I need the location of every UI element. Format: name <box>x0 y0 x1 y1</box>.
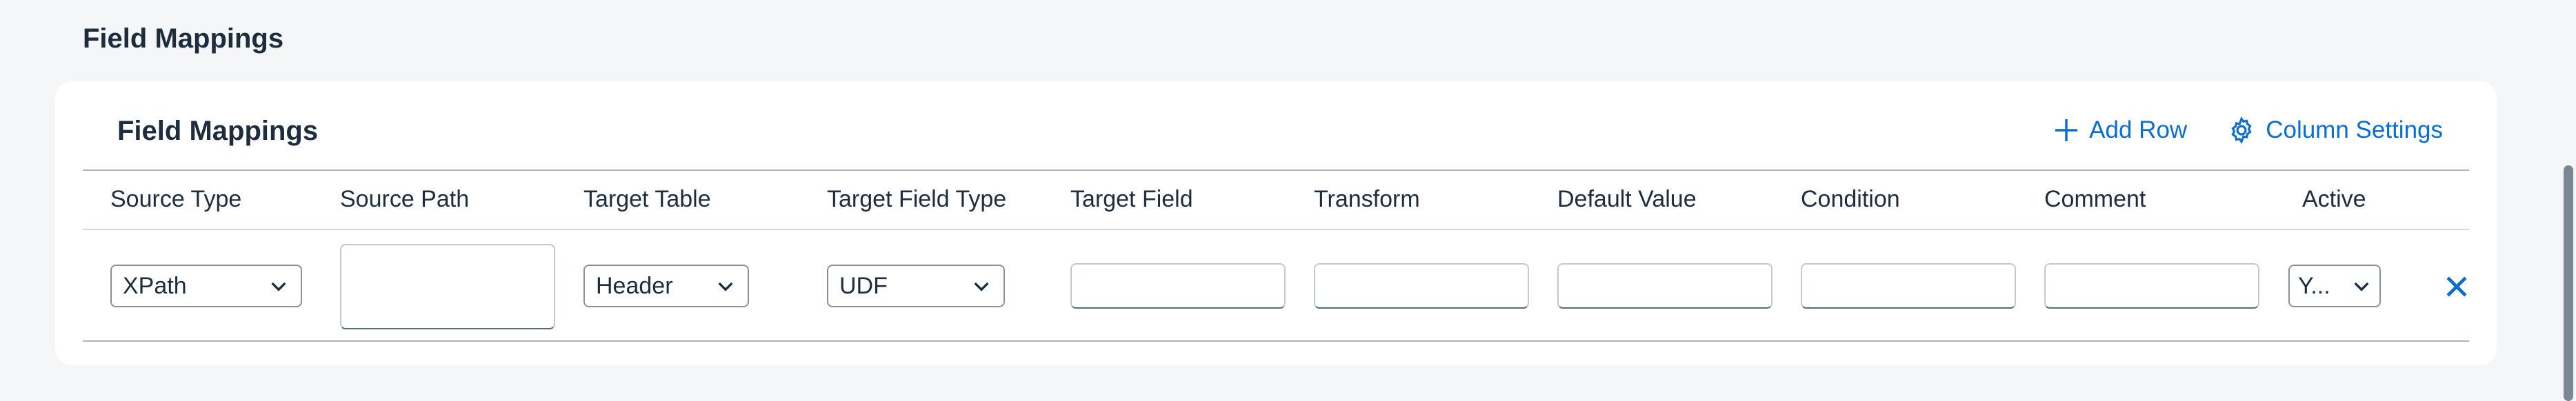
active-select[interactable]: Y... <box>2288 265 2381 307</box>
source-type-select[interactable]: XPath <box>110 265 302 307</box>
plus-icon <box>2055 119 2078 141</box>
default-value-input[interactable] <box>1557 263 1773 309</box>
table-row: XPath Header UDF Y... <box>83 230 2469 342</box>
add-row-button[interactable]: Add Row <box>2053 116 2187 145</box>
target-table-value: Header <box>596 272 673 299</box>
active-value: Y... <box>2298 272 2330 299</box>
table-header-row: Source Type Source Path Target Table Tar… <box>83 169 2469 230</box>
target-field-type-value: UDF <box>839 272 888 299</box>
delete-row-icon[interactable] <box>2442 271 2472 302</box>
comment-input[interactable] <box>2044 263 2259 309</box>
add-row-label: Add Row <box>2089 116 2188 143</box>
target-field-type-select[interactable]: UDF <box>827 265 1005 307</box>
column-header-active: Active <box>2302 186 2366 212</box>
transform-input[interactable] <box>1314 263 1529 309</box>
source-type-value: XPath <box>123 272 187 299</box>
column-header-target-field-type: Target Field Type <box>827 186 1007 212</box>
column-header-source-path: Source Path <box>340 186 470 212</box>
column-header-default-value: Default Value <box>1557 186 1697 212</box>
column-header-comment: Comment <box>2044 186 2146 212</box>
table-toolbar: Add Row Column Settings <box>2053 116 2443 145</box>
target-table-select[interactable]: Header <box>583 265 749 307</box>
column-header-target-table: Target Table <box>583 186 711 212</box>
source-path-input[interactable] <box>340 244 555 329</box>
column-settings-label: Column Settings <box>2266 116 2443 143</box>
column-header-target-field: Target Field <box>1070 186 1193 212</box>
field-mappings-card: Field Mappings Add Row Column Settings S… <box>55 81 2497 365</box>
chevron-down-icon <box>718 282 733 291</box>
target-field-input[interactable] <box>1070 263 1286 309</box>
scrollbar-thumb[interactable] <box>2564 165 2573 401</box>
field-mappings-table: Source Type Source Path Target Table Tar… <box>83 169 2469 342</box>
chevron-down-icon <box>271 282 286 291</box>
column-header-transform: Transform <box>1314 186 1420 212</box>
chevron-down-icon <box>974 282 989 291</box>
card-title: Field Mappings <box>117 116 319 146</box>
column-settings-button[interactable]: Column Settings <box>2227 116 2443 145</box>
vertical-scrollbar[interactable] <box>2561 0 2576 401</box>
column-header-condition: Condition <box>1801 186 1900 212</box>
column-header-source-type: Source Type <box>110 186 242 212</box>
condition-input[interactable] <box>1801 263 2016 309</box>
section-title: Field Mappings <box>83 23 284 54</box>
gear-icon <box>2231 116 2252 144</box>
chevron-down-icon <box>2354 282 2369 291</box>
